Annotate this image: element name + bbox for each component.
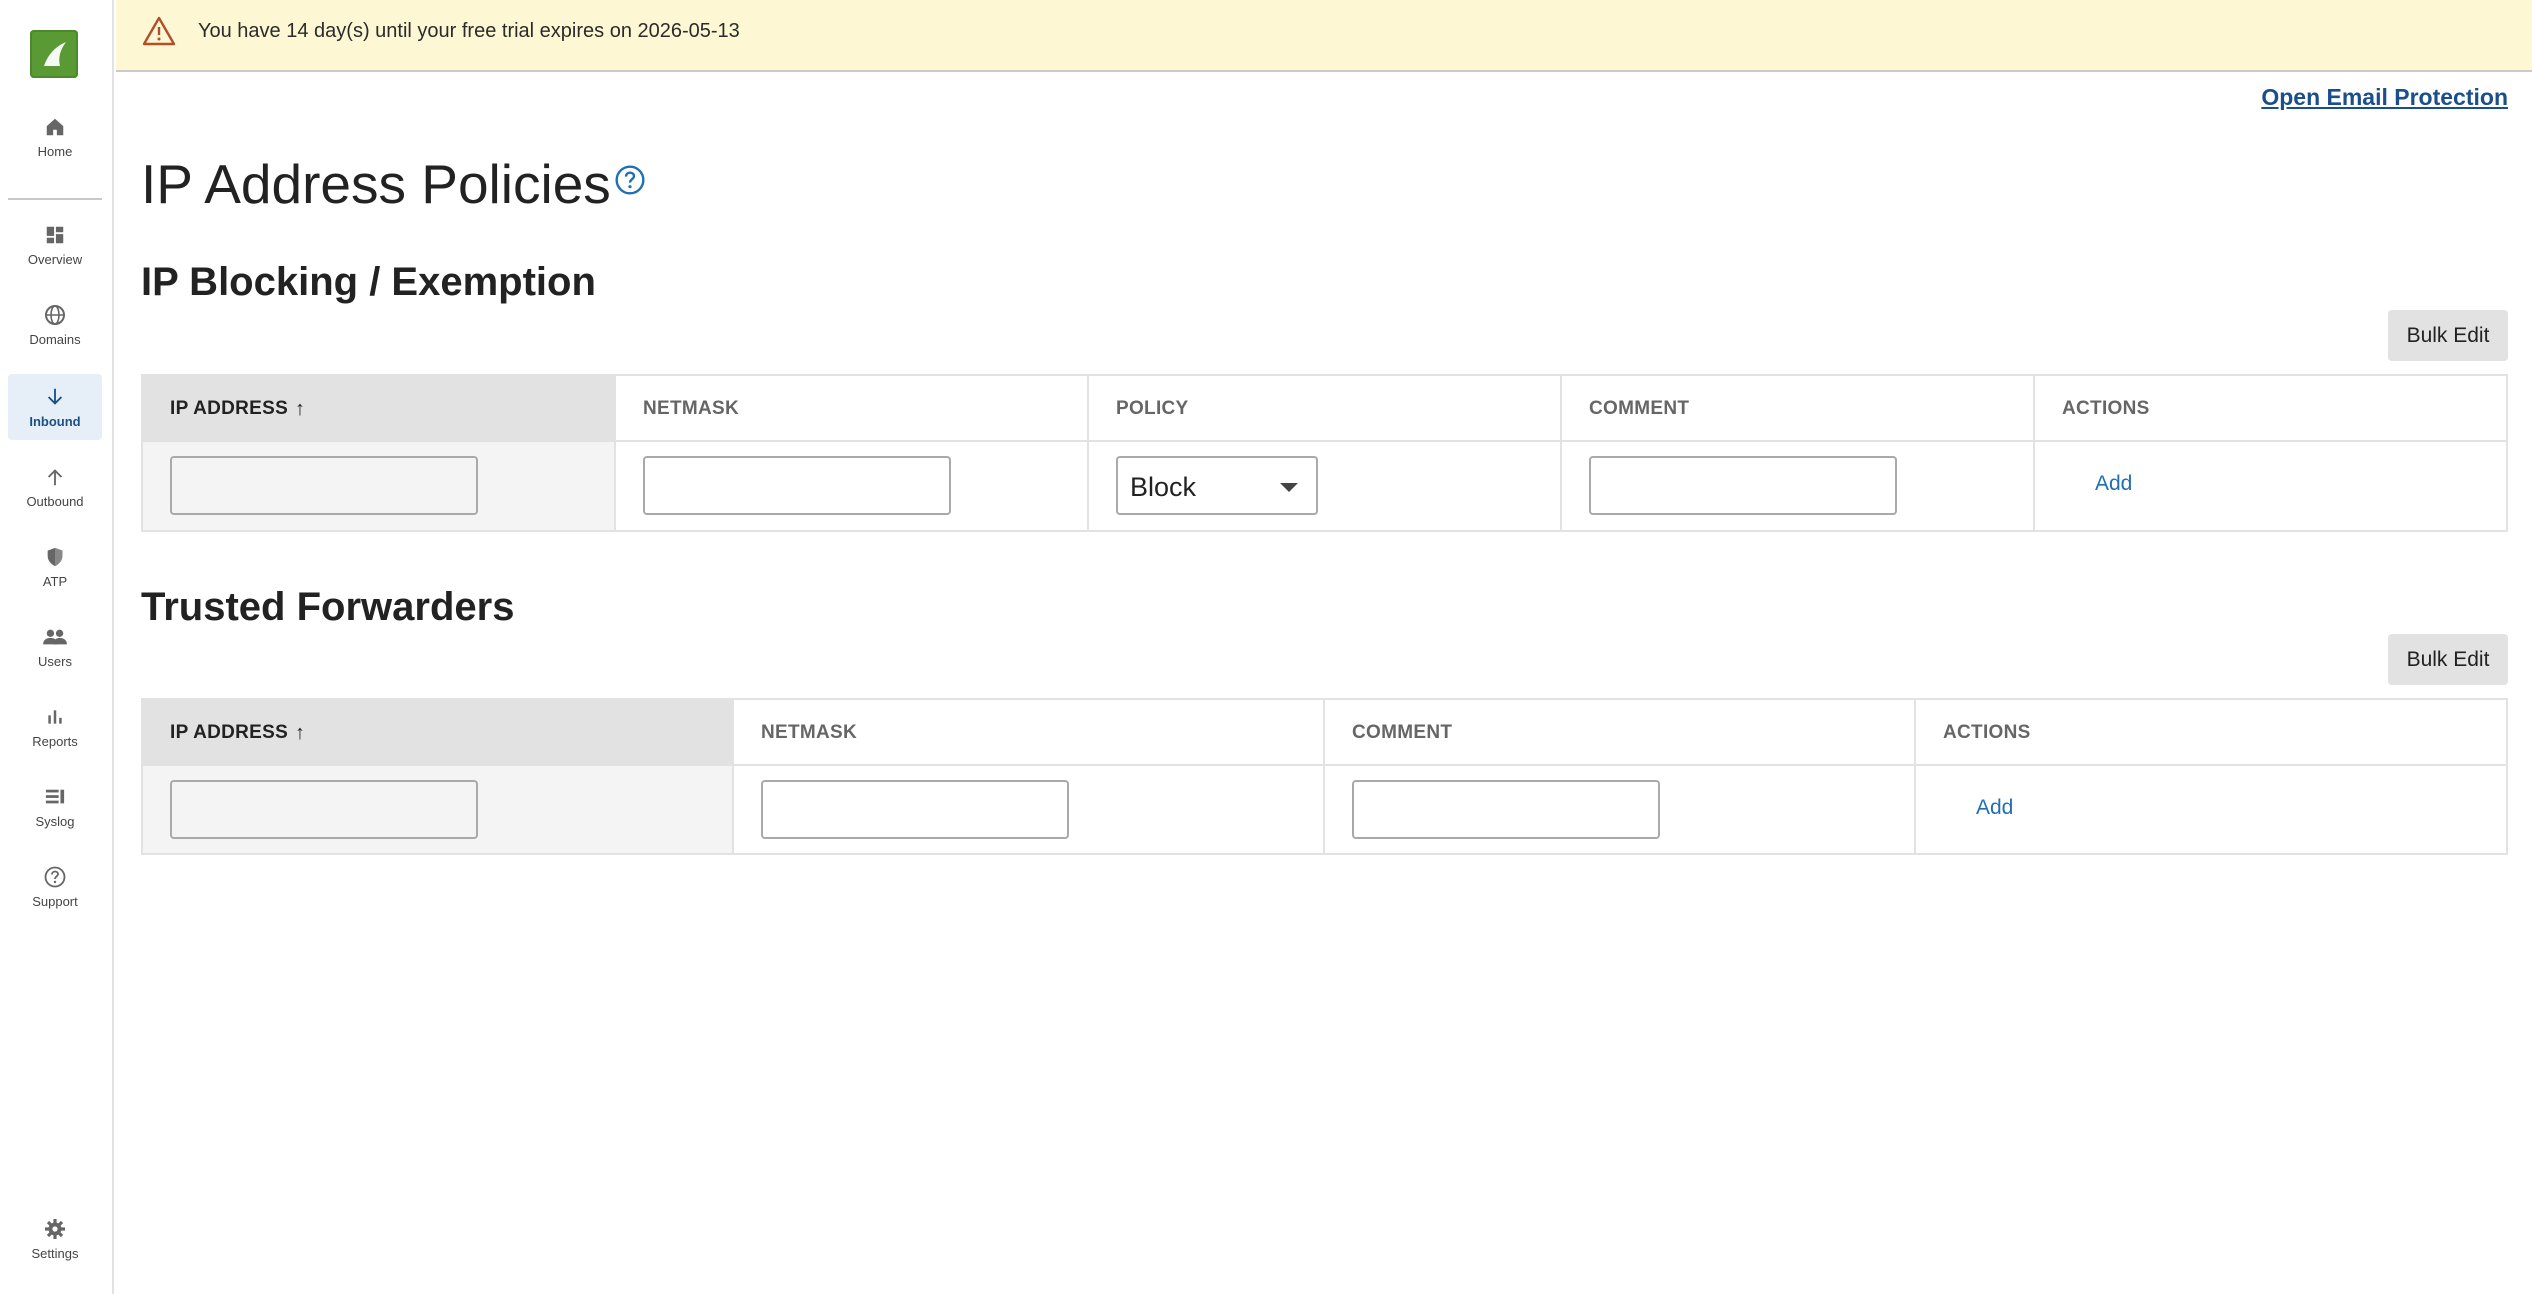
sidebar-divider — [8, 198, 102, 200]
sort-ascending-icon: ↑ — [295, 722, 306, 744]
sidebar-item-label: Support — [32, 894, 78, 909]
column-header-label: POLICY — [1116, 398, 1189, 419]
actions-cell: Add — [1916, 766, 2506, 853]
column-header-actions: ACTIONS — [1916, 700, 2506, 764]
sidebar-item-label: ATP — [42, 574, 68, 589]
column-header-netmask[interactable]: NETMASK — [734, 700, 1325, 764]
ip-blocking-table: IP ADDRESS ↑ NETMASK POLICY COMMENT ACTI… — [141, 374, 2508, 532]
column-header-label: IP ADDRESS — [170, 722, 289, 743]
table-row: Add — [143, 766, 2506, 853]
sidebar-item-overview[interactable]: Overview — [8, 212, 102, 278]
table-header-row: IP ADDRESS ↑ NETMASK COMMENT ACTIONS — [143, 700, 2506, 766]
sidebar-item-support[interactable]: Support — [8, 854, 102, 920]
column-header-ip-address[interactable]: IP ADDRESS ↑ — [143, 376, 616, 440]
warning-triangle-icon — [142, 16, 176, 51]
trusted-forwarders-bulk-edit-button[interactable]: Bulk Edit — [2388, 634, 2508, 685]
trusted-forwarders-table: IP ADDRESS ↑ NETMASK COMMENT ACTIONS Add — [141, 698, 2508, 855]
ip-blocking-bulk-edit-button[interactable]: Bulk Edit — [2388, 310, 2508, 361]
column-header-label: ACTIONS — [2062, 398, 2150, 419]
comment-cell — [1325, 766, 1916, 853]
table-header-row: IP ADDRESS ↑ NETMASK POLICY COMMENT ACTI… — [143, 376, 2506, 442]
sidebar-item-inbound[interactable]: Inbound — [8, 374, 102, 440]
help-circle-icon — [8, 864, 102, 890]
trial-banner: You have 14 day(s) until your free trial… — [116, 0, 2532, 72]
add-ip-policy-link[interactable]: Add — [2095, 472, 2132, 496]
sort-ascending-icon: ↑ — [295, 398, 306, 420]
trial-message: You have 14 day(s) until your free trial… — [198, 20, 740, 42]
netmask-cell — [616, 442, 1089, 530]
sidebar-item-label: Domains — [29, 332, 81, 347]
sidebar-item-home[interactable]: Home — [8, 104, 102, 170]
ip-blocking-title: IP Blocking / Exemption — [141, 260, 596, 304]
ip-address-input[interactable] — [170, 456, 478, 515]
sidebar-item-atp[interactable]: ATP — [8, 534, 102, 600]
users-icon — [8, 624, 102, 650]
column-header-comment[interactable]: COMMENT — [1325, 700, 1916, 764]
column-header-label: ACTIONS — [1943, 722, 2031, 743]
sidebar-item-users[interactable]: Users — [8, 614, 102, 680]
help-circle-icon[interactable] — [614, 164, 646, 201]
shield-icon — [8, 544, 102, 570]
arrow-up-icon — [8, 464, 102, 490]
sidebar-item-label: Home — [37, 144, 73, 159]
sidebar-item-label: Inbound — [29, 414, 81, 429]
sidebar-item-label: Users — [38, 654, 72, 669]
netmask-cell — [734, 766, 1325, 853]
ip-address-cell — [143, 442, 616, 530]
column-header-policy[interactable]: POLICY — [1089, 376, 1562, 440]
sidebar-item-settings[interactable]: Settings — [8, 1206, 102, 1272]
sidebar-item-label: Settings — [31, 1246, 79, 1261]
sidebar-item-outbound[interactable]: Outbound — [8, 454, 102, 520]
policy-select[interactable]: Block — [1116, 456, 1318, 515]
column-header-actions: ACTIONS — [2035, 376, 2506, 440]
sidebar-item-label: Reports — [32, 734, 78, 749]
add-trusted-forwarder-link[interactable]: Add — [1976, 796, 2013, 820]
arrow-down-icon — [8, 384, 102, 410]
sidebar-item-label: Syslog — [35, 814, 75, 829]
column-header-label: COMMENT — [1352, 722, 1453, 743]
column-header-label: NETMASK — [643, 398, 740, 419]
column-header-label: IP ADDRESS — [170, 398, 289, 419]
policy-cell: Block — [1089, 442, 1562, 530]
home-icon — [8, 114, 102, 140]
netmask-input[interactable] — [643, 456, 951, 515]
column-header-ip-address[interactable]: IP ADDRESS ↑ — [143, 700, 734, 764]
sidebar-item-label: Overview — [27, 252, 83, 267]
open-email-protection-link[interactable]: Open Email Protection — [2261, 84, 2508, 111]
page-title: IP Address Policies — [141, 153, 611, 215]
gear-icon — [8, 1216, 102, 1242]
trusted-forwarders-title: Trusted Forwarders — [141, 585, 515, 629]
bar-chart-icon — [8, 704, 102, 730]
column-header-netmask[interactable]: NETMASK — [616, 376, 1089, 440]
syslog-icon — [8, 784, 102, 810]
column-header-comment[interactable]: COMMENT — [1562, 376, 2035, 440]
comment-input[interactable] — [1352, 780, 1660, 839]
barracuda-logo-icon[interactable] — [30, 30, 78, 78]
netmask-input[interactable] — [761, 780, 1069, 839]
comment-input[interactable] — [1589, 456, 1897, 515]
comment-cell — [1562, 442, 2035, 530]
dashboard-icon — [8, 222, 102, 248]
chevron-down-icon — [1280, 483, 1298, 492]
sidebar: Home Overview Domains Inbound Outbound A… — [0, 0, 114, 1294]
sidebar-item-syslog[interactable]: Syslog — [8, 774, 102, 840]
actions-cell: Add — [2035, 442, 2506, 530]
sidebar-item-reports[interactable]: Reports — [8, 694, 102, 760]
sidebar-item-domains[interactable]: Domains — [8, 292, 102, 358]
policy-select-value: Block — [1130, 472, 1197, 502]
sidebar-item-label: Outbound — [26, 494, 84, 509]
column-header-label: COMMENT — [1589, 398, 1690, 419]
column-header-label: NETMASK — [761, 722, 858, 743]
ip-address-cell — [143, 766, 734, 853]
ip-address-input[interactable] — [170, 780, 478, 839]
globe-icon — [8, 302, 102, 328]
table-row: Block Add — [143, 442, 2506, 530]
